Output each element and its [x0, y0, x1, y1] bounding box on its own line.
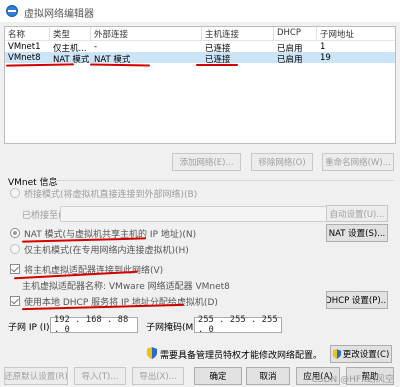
change-settings-label: 更改设置(C)	[342, 350, 390, 360]
change-settings-button[interactable]: 更改设置(C)	[330, 345, 392, 363]
table-header: 名称 类型 外部连接 主机连接 DHCP 子网地址	[5, 27, 395, 41]
cancel-button[interactable]: 取消	[246, 367, 290, 385]
table-cell: VMnet1	[8, 42, 41, 52]
column-header-subnet[interactable]: 子网地址	[320, 28, 354, 40]
column-header-name[interactable]: 名称	[8, 28, 25, 40]
dhcp-checkbox[interactable]	[10, 296, 20, 306]
dhcp-settings-button[interactable]: DHCP 设置(P)...	[326, 291, 388, 309]
table-cell: 已启用	[277, 55, 303, 65]
auto-settings-button[interactable]: 自动设置(U)...	[326, 205, 388, 222]
subnet-mask-label: 子网掩码(M):	[146, 323, 200, 333]
column-header-external[interactable]: 外部连接	[94, 28, 128, 40]
adapter-name-label: 主机虚拟适配器名称: VMware 网络适配器 VMnet8	[22, 282, 230, 292]
table-row-vmnet1[interactable]: VMnet1 仅主机... - 已连接 已启用 1	[5, 41, 395, 54]
host-only-radio[interactable]	[10, 244, 20, 254]
column-header-dhcp[interactable]: DHCP	[277, 28, 301, 38]
network-table[interactable]: 名称 类型 外部连接 主机连接 DHCP 子网地址 VMnet1 仅主机... …	[4, 26, 396, 144]
remove-network-button[interactable]: 移除网络(O)	[251, 153, 313, 171]
subnet-ip-label: 子网 IP (I):	[8, 323, 53, 333]
table-cell: -	[94, 42, 98, 52]
table-row-vmnet8[interactable]: VMnet8 NAT 模式 NAT 模式 已连接 已启用 19	[5, 52, 395, 65]
add-network-button[interactable]: 添加网络(E)...	[172, 153, 241, 171]
window-title: 虚拟网络编辑器	[24, 9, 94, 20]
nat-mode-radio[interactable]	[10, 228, 20, 238]
column-header-host-connection[interactable]: 主机连接	[205, 28, 239, 40]
bridged-mode-label: 桥接模式(将虚拟机直接连接到外部网络)(B)	[24, 190, 198, 200]
admin-shield-icon	[147, 347, 157, 359]
annotation-underline	[196, 64, 238, 66]
bridged-to-select[interactable]: ▼	[60, 206, 352, 222]
host-only-label: 仅主机模式(在专用网络内连接虚拟机)(H)	[24, 246, 189, 256]
table-cell: 19	[320, 53, 331, 63]
table-cell: 1	[320, 42, 326, 52]
column-header-type[interactable]: 类型	[53, 28, 70, 40]
subnet-ip-input[interactable]: 192 . 168 . 88 . 0	[50, 315, 138, 335]
subnet-mask-input[interactable]: 255 . 255 . 255 . 0	[194, 315, 282, 335]
import-button[interactable]: 导入(T)...	[74, 367, 126, 385]
group-divider	[50, 180, 394, 181]
export-button[interactable]: 导出(X)...	[132, 367, 184, 385]
connect-adapter-checkbox[interactable]	[10, 264, 20, 274]
ok-button[interactable]: 确定	[194, 367, 242, 385]
rename-network-button[interactable]: 重命名网络(W)...	[322, 153, 394, 171]
title-bar: 虚拟网络编辑器	[0, 0, 400, 22]
bridged-mode-radio[interactable]	[10, 188, 20, 198]
nat-settings-button[interactable]: NAT 设置(S)...	[326, 224, 388, 242]
restore-defaults-button[interactable]: 还原默认设置(R)	[4, 367, 68, 385]
watermark-text: CSDN @HFK幻风空	[311, 375, 394, 385]
table-cell: VMnet8	[8, 53, 41, 63]
shield-icon	[332, 349, 341, 359]
admin-notice-text: 需要具备管理员特权才能修改网络配置。	[160, 351, 323, 361]
network-globe-icon	[6, 5, 18, 17]
